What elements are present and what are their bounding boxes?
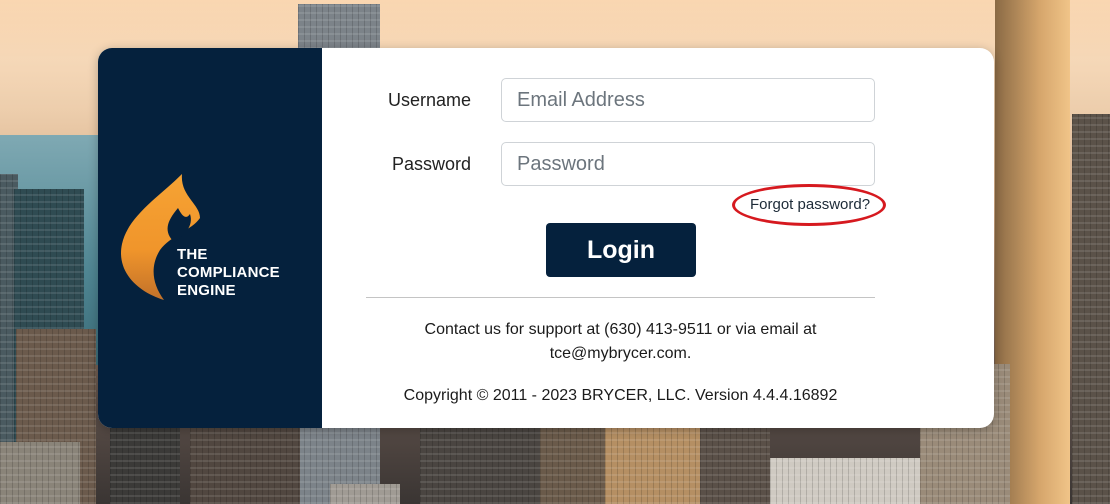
contact-text: Contact us for support at (630) 413-9511… [424, 321, 817, 338]
forgot-password-link[interactable]: Forgot password? [750, 196, 870, 213]
brand-panel: THE COMPLIANCE ENGINE [98, 48, 322, 428]
copyright-text: Copyright © 2011 - 2023 BRYCER, LLC. Ver… [403, 387, 838, 404]
login-card: THE COMPLIANCE ENGINE Username Password … [98, 48, 994, 428]
login-button[interactable]: Login [546, 223, 696, 277]
building [700, 428, 770, 504]
support-contact: Contact us for support at (630) 413-9511… [366, 318, 875, 366]
divider [366, 297, 875, 298]
building [1072, 114, 1110, 504]
brand-line: THE [177, 246, 208, 263]
login-form: Username Password Forgot password? Login… [322, 48, 994, 428]
username-label: Username [387, 90, 471, 110]
building [770, 458, 920, 504]
building [420, 424, 540, 504]
brand-line: COMPLIANCE [177, 264, 280, 281]
building [0, 442, 80, 504]
brand-name: THE COMPLIANCE ENGINE [177, 246, 280, 300]
password-label: Password [391, 154, 471, 174]
username-input[interactable] [501, 78, 875, 122]
building [605, 424, 700, 504]
contact-email: tce@mybrycer.com. [549, 345, 692, 362]
building [190, 426, 300, 504]
username-row: Username [322, 78, 994, 122]
brand-line: ENGINE [177, 282, 236, 299]
building [330, 484, 400, 504]
password-input[interactable] [501, 142, 875, 186]
password-row: Password [322, 142, 994, 186]
